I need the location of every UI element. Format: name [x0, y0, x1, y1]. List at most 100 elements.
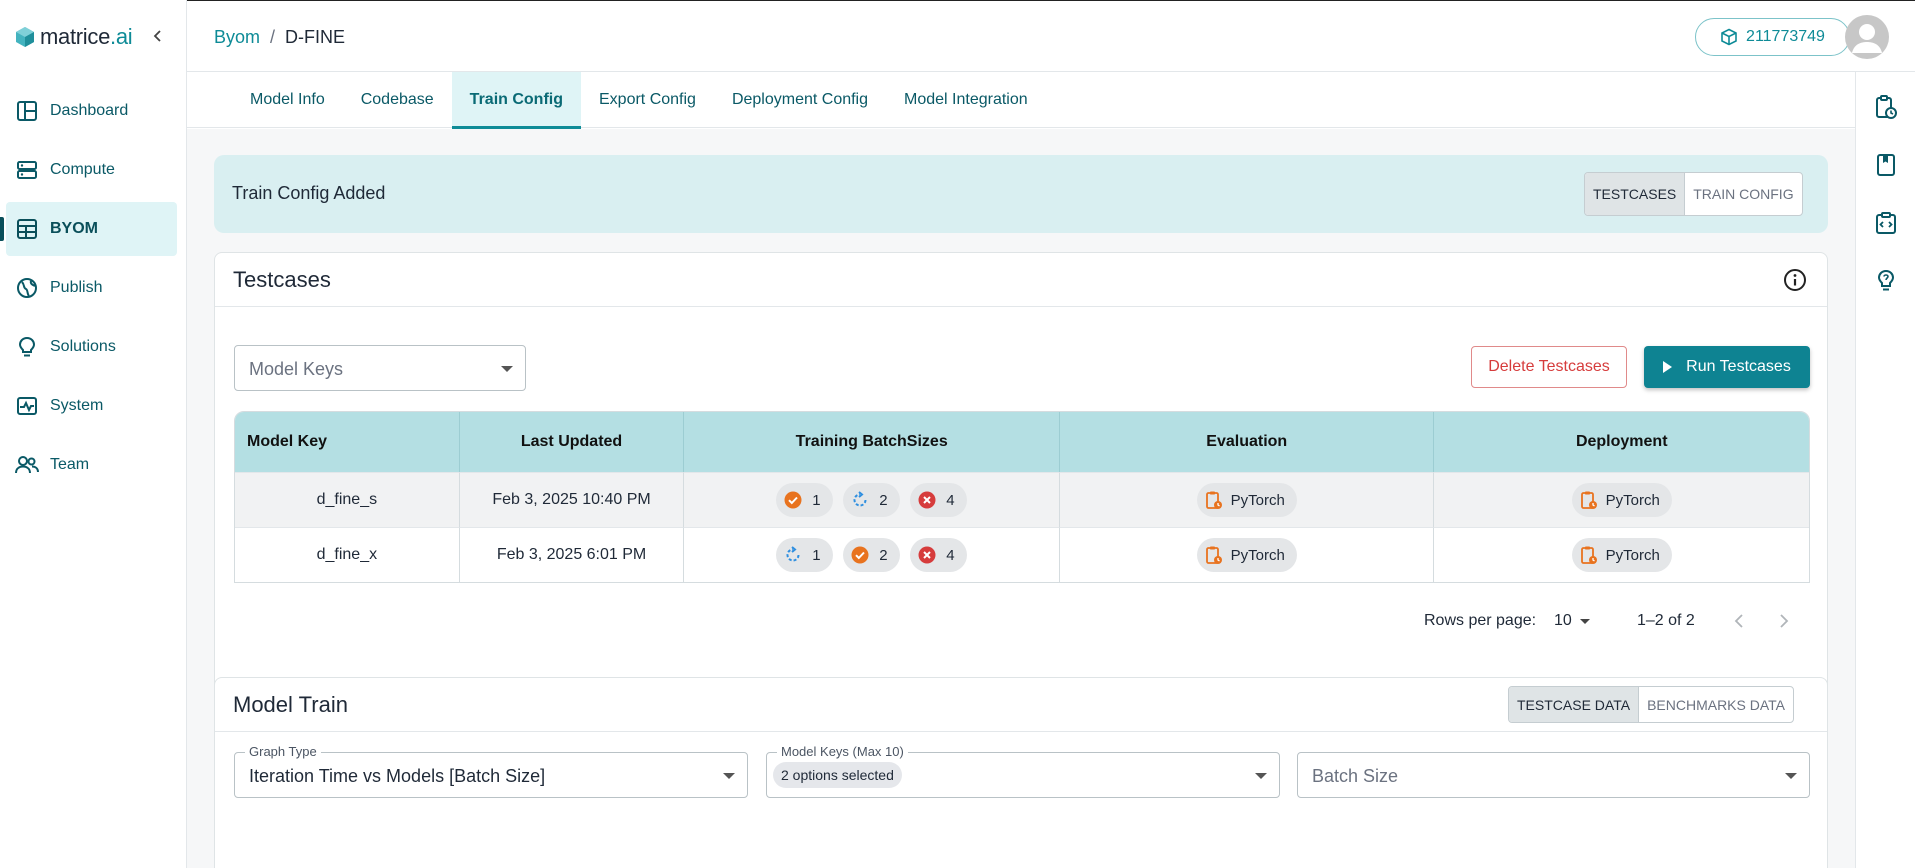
sidebar-item-dashboard[interactable]: Dashboard [0, 84, 187, 138]
user-avatar[interactable] [1845, 15, 1889, 59]
sidebar-item-team[interactable]: Team [0, 438, 187, 492]
help-bulb-button[interactable] [1873, 268, 1899, 294]
server-icon [14, 157, 40, 183]
batch-pill-success[interactable]: 2 [843, 538, 901, 572]
col-model-key[interactable]: Model Key [235, 412, 460, 472]
framework-label: PyTorch [1230, 491, 1285, 509]
clipboard-clock-icon [1580, 491, 1597, 509]
credits-button[interactable]: 211773749 [1695, 18, 1850, 56]
prev-page-button[interactable] [1728, 610, 1750, 632]
sidebar-item-publish[interactable]: Publish [0, 261, 187, 315]
framework-label: PyTorch [1230, 546, 1285, 564]
clipboard-clock-button[interactable] [1873, 94, 1899, 120]
toggle-testcases[interactable]: TESTCASES [1585, 173, 1685, 215]
model-keys-multiselect[interactable]: Model Keys (Max 10) 2 options selected [766, 744, 1280, 798]
batch-value: 4 [946, 546, 955, 564]
model-keys-select[interactable]: Model Keys [234, 345, 526, 391]
user-icon [1852, 24, 1882, 53]
batch-value: 1 [812, 491, 821, 509]
model-keys-label: Model Keys (Max 10) [777, 744, 908, 759]
cell-batch-sizes: 1 2 4 [684, 472, 1061, 527]
cell-last-updated: Feb 3, 2025 10:40 PM [459, 472, 685, 527]
tab-deployment-config[interactable]: Deployment Config [714, 72, 886, 128]
banner-title: Train Config Added [232, 183, 386, 203]
book-icon [1877, 154, 1895, 176]
model-keys-placeholder: Model Keys [249, 359, 344, 379]
config-tabs: Model Info Codebase Train Config Export … [187, 72, 1855, 129]
tab-model-info[interactable]: Model Info [232, 72, 343, 128]
tab-export-config[interactable]: Export Config [581, 72, 714, 128]
failed-x-icon [918, 546, 936, 564]
batch-pill-failed[interactable]: 4 [910, 483, 968, 517]
rows-per-page-select[interactable]: 10 [1554, 612, 1590, 630]
batch-pill-success[interactable]: 1 [776, 483, 834, 517]
sidebar-item-label: BYOM [50, 220, 98, 237]
batch-pill-failed[interactable]: 4 [910, 538, 968, 572]
breadcrumb-current: D-FINE [285, 27, 346, 47]
tab-model-integration[interactable]: Model Integration [886, 72, 1046, 128]
clipboard-clock-icon [1205, 491, 1222, 509]
sidebar-item-compute[interactable]: Compute [0, 143, 187, 197]
code-clipboard-icon [1876, 212, 1896, 234]
run-testcases-button[interactable]: Run Testcases [1644, 346, 1810, 388]
tab-codebase[interactable]: Codebase [343, 72, 452, 128]
testcases-title: Testcases [233, 267, 331, 292]
graph-type-label: Graph Type [245, 744, 321, 759]
testcases-table: Model Key Last Updated Training BatchSiz… [234, 411, 1810, 583]
sidebar-item-label: Dashboard [50, 102, 129, 119]
tab-train-config[interactable]: Train Config [451, 72, 582, 129]
breadcrumb-byom-link[interactable]: Byom [214, 27, 260, 48]
table-row[interactable]: d_fine_x Feb 3, 2025 6:01 PM 1 2 4 PyTor… [235, 527, 1809, 582]
chevron-left-icon [153, 30, 161, 42]
sidebar-nav: Dashboard Compute BYOM Publish Solutions… [0, 84, 187, 497]
sidebar: matrice.ai Dashboard Compute BYOM Publis… [0, 0, 187, 868]
next-page-button[interactable] [1773, 610, 1795, 632]
delete-testcases-button[interactable]: Delete Testcases [1471, 346, 1627, 388]
graph-type-select[interactable]: Graph Type Iteration Time vs Models [Bat… [234, 744, 748, 798]
train-config-banner: Train Config Added TESTCASES TRAIN CONFI… [214, 155, 1828, 233]
cell-deployment: PyTorch [1434, 472, 1809, 527]
deployment-pytorch-chip[interactable]: PyTorch [1571, 483, 1672, 517]
col-training-batchsizes[interactable]: Training BatchSizes [684, 412, 1061, 472]
collapse-sidebar-button[interactable] [148, 24, 168, 48]
logo-cube-icon [16, 27, 34, 47]
sidebar-item-system[interactable]: System [0, 379, 187, 433]
col-last-updated[interactable]: Last Updated [459, 412, 685, 472]
cell-last-updated: Feb 3, 2025 6:01 PM [459, 527, 685, 582]
caret-down-icon [1579, 618, 1590, 624]
sidebar-item-byom[interactable]: BYOM [0, 202, 177, 256]
evaluation-pytorch-chip[interactable]: PyTorch [1196, 483, 1297, 517]
col-evaluation[interactable]: Evaluation [1060, 412, 1435, 472]
chevron-left-icon [1734, 614, 1743, 628]
chevron-right-icon [1780, 614, 1789, 628]
caret-down-icon [723, 773, 735, 779]
help-bulb-icon [1877, 269, 1895, 291]
evaluation-pytorch-chip[interactable]: PyTorch [1196, 538, 1297, 572]
dashboard-icon [14, 98, 40, 124]
sidebar-item-label: Compute [50, 161, 115, 178]
col-deployment[interactable]: Deployment [1434, 412, 1809, 472]
deployment-pytorch-chip[interactable]: PyTorch [1571, 538, 1672, 572]
data-source-toggle: TESTCASE DATA BENCHMARKS DATA [1508, 686, 1795, 723]
clipboard-clock-icon [1876, 95, 1897, 119]
testcases-header: Testcases [215, 253, 1827, 307]
batch-pill-running[interactable]: 1 [776, 538, 834, 572]
batch-size-select[interactable]: Batch Size [1297, 752, 1810, 798]
rows-per-page-value: 10 [1554, 612, 1572, 629]
book-button[interactable] [1873, 152, 1899, 178]
toggle-benchmarks-data[interactable]: BENCHMARKS DATA [1638, 687, 1793, 722]
batch-pill-running[interactable]: 2 [843, 483, 901, 517]
code-clipboard-button[interactable] [1873, 210, 1899, 236]
info-icon[interactable] [1783, 268, 1807, 292]
toggle-testcase-data[interactable]: TESTCASE DATA [1509, 687, 1639, 722]
table-row[interactable]: d_fine_s Feb 3, 2025 10:40 PM 1 2 4 PyTo… [235, 472, 1809, 527]
batch-value: 1 [812, 546, 821, 564]
brand-logo[interactable]: matrice.ai [14, 22, 133, 52]
model-train-header: Model Train TESTCASE DATA BENCHMARKS DAT… [215, 678, 1827, 732]
sidebar-item-solutions[interactable]: Solutions [0, 320, 187, 374]
run-testcases-label: Run Testcases [1686, 358, 1791, 375]
success-check-icon [851, 546, 869, 564]
caret-down-icon [1785, 773, 1797, 779]
cell-batch-sizes: 1 2 4 [684, 527, 1061, 582]
toggle-train-config[interactable]: TRAIN CONFIG [1684, 173, 1801, 215]
